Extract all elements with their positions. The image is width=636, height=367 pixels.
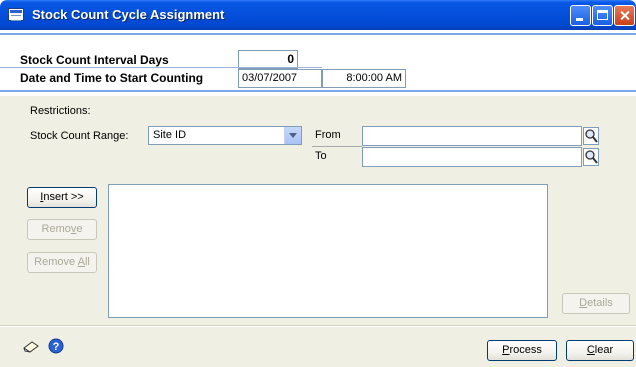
remove-button[interactable]: Remove (27, 219, 97, 240)
from-lookup-icon[interactable] (583, 127, 599, 145)
to-label: To (315, 150, 327, 162)
restrictions-list[interactable] (108, 184, 548, 318)
stock-count-range-label: Stock Count Range: (30, 130, 129, 142)
start-date-field[interactable]: 03/07/2007 (238, 69, 322, 88)
chevron-down-icon[interactable] (284, 127, 301, 144)
close-icon (615, 6, 634, 25)
details-button[interactable]: Details (562, 293, 630, 314)
header-divider-bottom (0, 90, 636, 92)
clear-button[interactable]: Clear (566, 340, 634, 361)
from-row: From (312, 126, 599, 146)
title-bar[interactable]: Stock Count Cycle Assignment (0, 0, 636, 30)
main-panel: Restrictions: Stock Count Range: Site ID… (0, 96, 636, 367)
svg-text:?: ? (53, 341, 60, 353)
header-divider-top (0, 33, 636, 35)
maximize-button[interactable] (592, 5, 613, 26)
process-button[interactable]: Process (487, 340, 557, 361)
minimize-icon (576, 18, 583, 21)
remove-all-button[interactable]: Remove All (27, 252, 97, 273)
start-time-field[interactable]: 8:00:00 AM (322, 69, 406, 88)
to-field[interactable] (362, 147, 582, 167)
header-area: Stock Count Interval Days 0 Date and Tim… (0, 30, 636, 94)
maximize-icon (597, 10, 608, 20)
range-group: From To (312, 126, 599, 167)
interval-days-label: Stock Count Interval Days (20, 53, 169, 67)
minimize-button[interactable] (570, 5, 591, 26)
footer-divider-highlight (0, 326, 636, 327)
restrictions-label: Restrictions: (30, 105, 91, 117)
to-lookup-icon[interactable] (583, 148, 599, 166)
header-row-divider (0, 67, 322, 68)
from-field[interactable] (362, 126, 582, 146)
window-title: Stock Count Cycle Assignment (32, 7, 225, 22)
close-button[interactable] (614, 5, 635, 26)
insert-button[interactable]: Insert >> (27, 187, 97, 208)
note-icon[interactable] (22, 339, 40, 355)
window-icon (8, 8, 24, 21)
start-counting-label: Date and Time to Start Counting (20, 71, 204, 85)
from-label: From (315, 129, 341, 141)
help-icon[interactable]: ? (48, 338, 64, 354)
to-row: To (312, 147, 599, 167)
stock-count-range-select[interactable]: Site ID (148, 126, 302, 145)
range-selected-value: Site ID (153, 129, 187, 141)
